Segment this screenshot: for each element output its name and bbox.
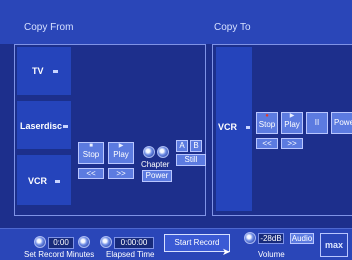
left-stop-button[interactable]: ■ Stop <box>78 142 104 164</box>
right-play-label: Play <box>284 120 300 129</box>
copy-from-label: Copy From <box>24 22 74 33</box>
b-button[interactable]: B <box>190 140 202 152</box>
right-fastforward-button[interactable]: >> <box>281 138 303 149</box>
fastforward-icon: >> <box>116 169 126 178</box>
left-rewind-button[interactable]: << <box>78 168 104 179</box>
record-minutes-down-knob-icon[interactable] <box>34 236 46 248</box>
elapsed-time-display: 0:00:00 <box>114 237 154 249</box>
chapter-label: Chapter <box>141 160 170 169</box>
right-power-button[interactable]: Powe <box>331 112 352 134</box>
dest-vcr-label: VCR <box>218 122 238 132</box>
source-tv-label: TV <box>32 66 44 76</box>
fastforward-icon: >> <box>287 139 297 148</box>
source-laserdisc-indicator-icon <box>63 125 68 128</box>
source-vcr-indicator-icon <box>55 180 60 183</box>
rewind-icon: << <box>262 139 272 148</box>
audio-label: Audio <box>291 234 313 243</box>
start-record-button[interactable]: Start Record <box>164 234 230 252</box>
chapter-up-knob-icon[interactable] <box>157 146 169 158</box>
source-laserdisc-button[interactable]: Laserdisc <box>16 100 72 150</box>
left-power-label: Power <box>145 171 169 180</box>
source-tv-indicator-icon <box>53 70 58 73</box>
header-bar: Copy From Copy To <box>0 0 352 44</box>
copy-to-label: Copy To <box>214 22 251 33</box>
rewind-icon: << <box>86 169 96 178</box>
play-icon: ▶ <box>118 143 124 149</box>
right-play-button[interactable]: ▶ Play <box>281 112 303 134</box>
left-play-button[interactable]: ▶ Play <box>108 142 134 164</box>
right-pause-button[interactable]: II <box>306 112 328 134</box>
play-icon: ▶ <box>289 113 295 119</box>
start-record-label: Start Record <box>174 238 220 247</box>
source-tv-button[interactable]: TV <box>16 46 72 96</box>
cursor-pointer-icon: ➤ <box>222 247 231 258</box>
left-stop-label: Stop <box>82 150 100 159</box>
still-button[interactable]: Still <box>176 154 206 166</box>
right-stop-button[interactable]: ● Stop <box>256 112 278 134</box>
right-power-label: Powe <box>334 118 352 127</box>
left-play-label: Play <box>113 150 129 159</box>
chapter-down-knob-icon[interactable] <box>143 146 155 158</box>
right-stop-label: Stop <box>258 120 276 129</box>
record-minutes-display: 0:00 <box>48 237 74 249</box>
source-vcr-button[interactable]: VCR <box>16 154 72 206</box>
record-dot-icon: ● <box>265 113 269 119</box>
stop-icon: ■ <box>89 143 93 149</box>
set-record-minutes-label: Set Record Minutes <box>24 250 95 259</box>
record-minutes-up-knob-icon[interactable] <box>78 236 90 248</box>
still-label: Still <box>184 155 198 164</box>
source-vcr-label: VCR <box>28 176 48 186</box>
left-fastforward-button[interactable]: >> <box>108 168 134 179</box>
elapsed-time-label: Elapsed Time <box>106 250 155 259</box>
audio-button[interactable]: Audio <box>290 233 314 244</box>
a-label: A <box>179 141 185 150</box>
volume-knob-icon[interactable] <box>244 232 256 244</box>
source-laserdisc-label: Laserdisc <box>20 121 63 131</box>
left-power-button[interactable]: Power <box>142 170 172 182</box>
b-label: B <box>193 141 199 150</box>
pause-icon: II <box>314 118 320 127</box>
audio-level-display: -28dB <box>258 233 284 244</box>
right-rewind-button[interactable]: << <box>256 138 278 149</box>
dest-vcr-indicator-icon <box>246 126 250 129</box>
elapsed-knob-icon[interactable] <box>100 236 112 248</box>
logo-badge-icon: max <box>320 233 348 257</box>
dest-vcr-button[interactable]: VCR <box>215 46 253 212</box>
a-button[interactable]: A <box>176 140 188 152</box>
volume-label: Volume <box>258 250 285 259</box>
